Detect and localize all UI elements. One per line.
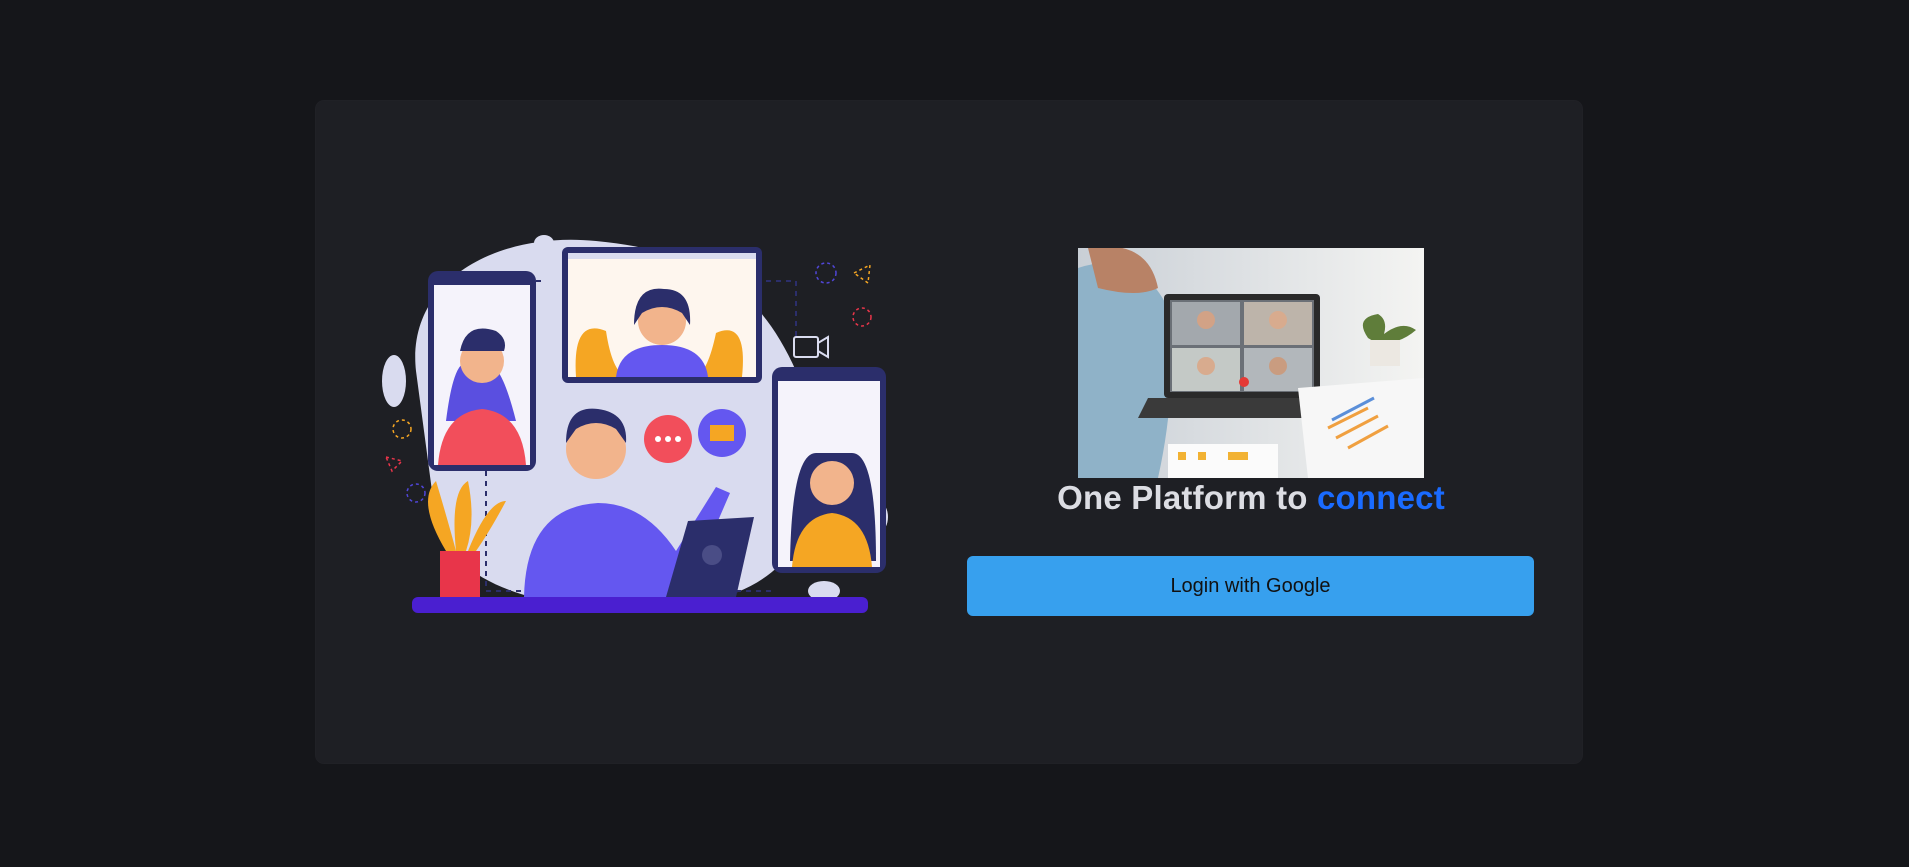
login-with-google-button[interactable]: Login with Google <box>967 556 1534 616</box>
headline-prefix: One Platform to <box>1057 479 1317 516</box>
video-call-illustration <box>382 235 888 613</box>
headline-accent: connect <box>1316 479 1445 516</box>
login-card: One Platform to connect Login with Googl… <box>316 101 1582 763</box>
video-call-photo <box>1078 248 1424 478</box>
headline: One Platform to connect <box>966 479 1536 517</box>
